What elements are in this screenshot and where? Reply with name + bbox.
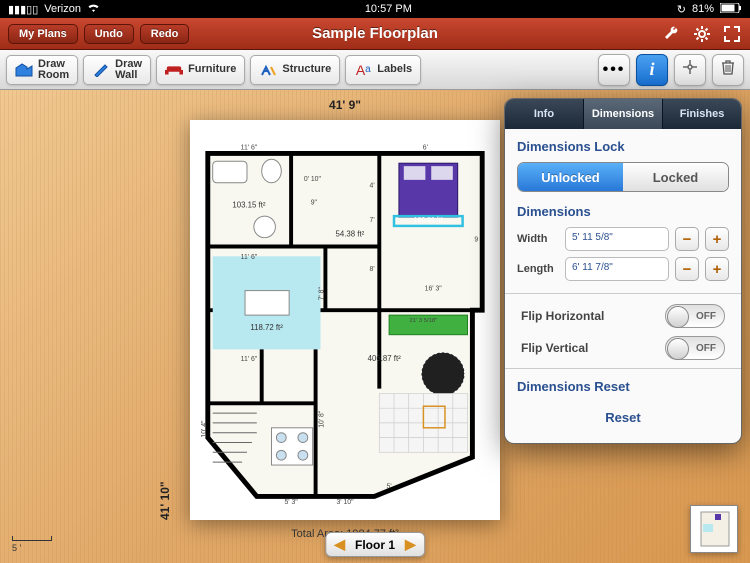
trash-icon	[721, 59, 735, 80]
next-floor-button[interactable]: ▶	[405, 536, 416, 553]
svg-text:3' 10": 3' 10"	[336, 499, 354, 506]
svg-text:10' 8": 10' 8"	[318, 410, 325, 428]
unlocked-button[interactable]: Unlocked	[518, 163, 623, 191]
snap-button[interactable]	[674, 54, 706, 86]
floorplan-drawing[interactable]: 103.15 ft² 54.38 ft² 180.99 ft² 118.72 f…	[198, 128, 492, 512]
tab-finishes[interactable]: Finishes	[663, 99, 741, 129]
dimensions-heading: Dimensions	[517, 204, 729, 219]
svg-text:7' 8": 7' 8"	[318, 287, 325, 301]
snap-icon	[681, 58, 699, 81]
toolbar: Draw Room Draw Wall Furniture Structure …	[0, 50, 750, 90]
svg-text:118.72 ft²: 118.72 ft²	[250, 323, 283, 332]
flip-vertical-label: Flip Vertical	[521, 341, 588, 355]
furniture-icon	[165, 62, 183, 78]
wifi-icon	[87, 3, 100, 16]
flip-vertical-toggle[interactable]: OFF	[665, 336, 725, 360]
dimension-width: 41' 9"	[190, 98, 500, 112]
furniture-button[interactable]: Furniture	[156, 55, 245, 85]
length-input[interactable]: 6' 11 7/8"	[565, 257, 669, 281]
labels-button[interactable]: Aa Labels	[345, 55, 421, 85]
width-increment[interactable]: +	[705, 227, 729, 251]
reset-button[interactable]: Reset	[517, 402, 729, 433]
svg-text:180.99 ft²: 180.99 ft²	[414, 217, 444, 224]
svg-text:11' 6": 11' 6"	[241, 254, 258, 261]
svg-text:0' 10": 0' 10"	[304, 176, 322, 183]
tab-dimensions[interactable]: Dimensions	[584, 99, 663, 129]
svg-text:54.38 ft²: 54.38 ft²	[336, 230, 365, 239]
wall-icon	[92, 62, 110, 78]
floor-navigator: ◀ Floor 1 ▶	[325, 532, 425, 557]
scale-label: 5 '	[12, 543, 21, 553]
gear-icon[interactable]	[692, 24, 712, 44]
length-increment[interactable]: +	[705, 257, 729, 281]
wrench-icon[interactable]	[662, 24, 682, 44]
structure-icon	[259, 62, 277, 78]
svg-text:6': 6'	[423, 144, 428, 151]
battery-label: 81%	[692, 3, 714, 15]
length-label: Length	[517, 263, 559, 275]
svg-text:9: 9	[474, 237, 478, 244]
svg-text:5' 3": 5' 3"	[284, 499, 298, 506]
svg-text:406.87 ft²: 406.87 ft²	[368, 354, 401, 363]
locked-button[interactable]: Locked	[623, 163, 728, 191]
room-icon	[15, 62, 33, 78]
flip-horizontal-toggle[interactable]: OFF	[665, 304, 725, 328]
ellipsis-icon: •••	[603, 61, 626, 79]
svg-text:10' 4": 10' 4"	[201, 420, 208, 438]
my-plans-button[interactable]: My Plans	[8, 24, 78, 44]
info-icon: i	[649, 59, 654, 80]
properties-popover: Info Dimensions Finishes Dimensions Lock…	[504, 98, 742, 444]
width-label: Width	[517, 233, 559, 245]
delete-button[interactable]	[712, 54, 744, 86]
flip-horizontal-label: Flip Horizontal	[521, 309, 604, 323]
svg-text:8': 8'	[370, 266, 375, 273]
signal-icon: ▮▮▮▯▯	[8, 3, 38, 16]
prev-floor-button[interactable]: ◀	[334, 536, 345, 553]
status-bar: ▮▮▮▯▯ Verizon 10:57 PM ↻ 81%	[0, 0, 750, 18]
scale-indicator: 5 '	[12, 536, 52, 553]
draw-wall-label: Draw Wall	[115, 59, 142, 81]
lock-segmented-control: Unlocked Locked	[517, 162, 729, 192]
svg-text:103.15 ft²: 103.15 ft²	[232, 200, 265, 209]
clock: 10:57 PM	[365, 3, 412, 15]
width-input[interactable]: 5' 11 5/8"	[565, 227, 669, 251]
undo-button[interactable]: Undo	[84, 24, 134, 44]
width-decrement[interactable]: −	[675, 227, 699, 251]
svg-text:11' 6": 11' 6"	[241, 356, 258, 363]
svg-text:21' 3 5/18": 21' 3 5/18"	[410, 318, 438, 324]
draw-room-button[interactable]: Draw Room	[6, 55, 78, 85]
svg-text:9": 9"	[311, 199, 318, 206]
svg-text:5': 5'	[387, 484, 392, 491]
carrier-label: Verizon	[44, 3, 81, 15]
dimension-height: 41' 10"	[158, 120, 172, 520]
length-decrement[interactable]: −	[675, 257, 699, 281]
labels-icon: Aa	[354, 62, 372, 78]
popover-tabs: Info Dimensions Finishes	[505, 99, 741, 129]
dimensions-reset-heading: Dimensions Reset	[517, 379, 729, 394]
battery-icon	[720, 3, 742, 16]
tab-info[interactable]: Info	[505, 99, 584, 129]
structure-label: Structure	[282, 64, 331, 75]
furniture-label: Furniture	[188, 64, 236, 75]
floorplan-document[interactable]: 41' 9" 41' 10"	[190, 120, 500, 520]
labels-label: Labels	[377, 64, 412, 75]
svg-text:7': 7'	[370, 217, 375, 224]
draw-wall-button[interactable]: Draw Wall	[83, 55, 151, 85]
info-button[interactable]: i	[636, 54, 668, 86]
expand-icon[interactable]	[722, 24, 742, 44]
app-header: My Plans Undo Redo Sample Floorplan	[0, 18, 750, 50]
more-button[interactable]: •••	[598, 54, 630, 86]
dimensions-lock-heading: Dimensions Lock	[517, 139, 729, 154]
redo-button[interactable]: Redo	[140, 24, 190, 44]
svg-text:16' 3": 16' 3"	[425, 286, 443, 293]
draw-room-label: Draw Room	[38, 59, 69, 81]
floor-label: Floor 1	[355, 538, 395, 552]
svg-text:11' 6": 11' 6"	[241, 144, 258, 151]
structure-button[interactable]: Structure	[250, 55, 340, 85]
minimap[interactable]	[690, 505, 738, 553]
orientation-lock-icon: ↻	[677, 3, 686, 16]
svg-text:4': 4'	[370, 183, 375, 190]
